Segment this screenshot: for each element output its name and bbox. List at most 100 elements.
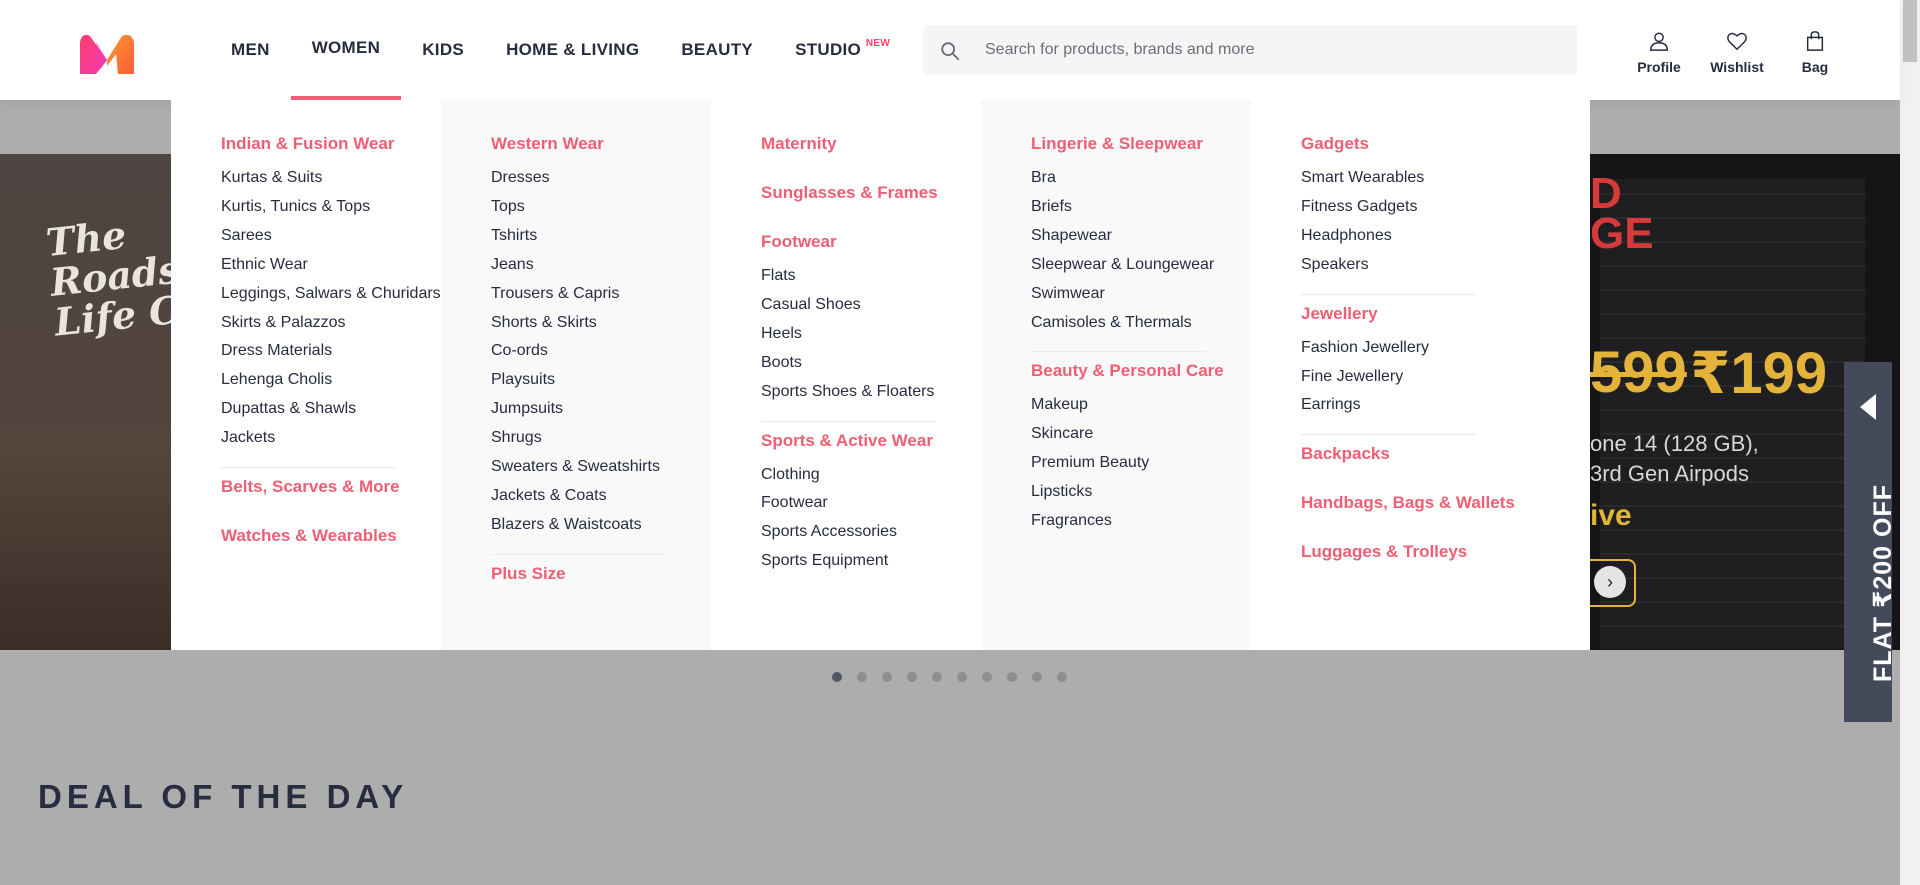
menu-item[interactable]: Footwear xyxy=(761,489,981,518)
menu-item[interactable]: Sports Shoes & Floaters xyxy=(761,378,981,407)
menu-item[interactable]: Sarees xyxy=(221,222,441,251)
nav-women[interactable]: Women xyxy=(290,0,402,100)
menu-item[interactable]: Co-ords xyxy=(491,337,711,366)
menu-heading[interactable]: Backpacks xyxy=(1301,444,1590,464)
menu-item[interactable]: Shapewear xyxy=(1031,222,1251,251)
menu-item[interactable]: Fitness Gadgets xyxy=(1301,193,1590,222)
menu-item[interactable]: Skirts & Palazzos xyxy=(221,309,441,338)
menu-item[interactable]: Clothing xyxy=(761,461,981,490)
carousel-dot[interactable] xyxy=(907,672,917,682)
menu-item[interactable]: Blazers & Waistcoats xyxy=(491,511,711,540)
menu-heading[interactable]: Beauty & Personal Care xyxy=(1031,361,1251,381)
menu-heading[interactable]: Sunglasses & Frames xyxy=(761,183,981,203)
menu-item[interactable]: Premium Beauty xyxy=(1031,449,1251,478)
menu-item[interactable]: Flats xyxy=(761,262,981,291)
menu-item[interactable]: Kurtas & Suits xyxy=(221,164,441,193)
menu-heading[interactable]: Gadgets xyxy=(1301,134,1590,154)
menu-item[interactable]: Speakers xyxy=(1301,251,1590,280)
flat-offer-tab[interactable]: FLAT ₹200 OFF xyxy=(1844,362,1897,722)
menu-column-2: Western Wear Dresses Tops Tshirts Jeans Trou… xyxy=(441,100,711,650)
wishlist-button[interactable]: Wishlist xyxy=(1698,30,1776,75)
menu-heading[interactable]: Luggages & Trolleys xyxy=(1301,542,1590,562)
nav-kids[interactable]: Kids xyxy=(401,0,485,100)
menu-item[interactable]: Sweaters & Sweatshirts xyxy=(491,453,711,482)
nav-beauty[interactable]: Beauty xyxy=(660,0,774,100)
menu-heading[interactable]: Western Wear xyxy=(491,134,711,154)
menu-item[interactable]: Dresses xyxy=(491,164,711,193)
collapse-arrow-icon[interactable] xyxy=(1860,394,1876,420)
menu-item[interactable]: Kurtis, Tunics & Tops xyxy=(221,193,441,222)
carousel-dot[interactable] xyxy=(1032,672,1042,682)
menu-item[interactable]: Headphones xyxy=(1301,222,1590,251)
menu-item[interactable]: Fine Jewellery xyxy=(1301,363,1590,392)
menu-item[interactable]: Jumpsuits xyxy=(491,395,711,424)
profile-button[interactable]: Profile xyxy=(1620,30,1698,75)
menu-item[interactable]: Fragrances xyxy=(1031,507,1251,536)
menu-item[interactable]: Shrugs xyxy=(491,424,711,453)
menu-item[interactable]: Casual Shoes xyxy=(761,291,981,320)
menu-item[interactable]: Playsuits xyxy=(491,366,711,395)
menu-item[interactable]: Tops xyxy=(491,193,711,222)
menu-item[interactable]: Lipsticks xyxy=(1031,478,1251,507)
banner-offer-text: one 14 (128 GB), 3rd Gen Airpods xyxy=(1590,429,1759,489)
menu-item[interactable]: Dupattas & Shawls xyxy=(221,395,441,424)
menu-item[interactable]: Ethnic Wear xyxy=(221,251,441,280)
page-scrollbar[interactable] xyxy=(1900,0,1920,885)
bag-button[interactable]: Bag xyxy=(1776,30,1854,75)
menu-item[interactable]: Dress Materials xyxy=(221,337,441,366)
menu-item[interactable]: Sleepwear & Loungewear xyxy=(1031,251,1251,280)
carousel-dot[interactable] xyxy=(857,672,867,682)
menu-heading[interactable]: Watches & Wearables xyxy=(221,526,441,546)
menu-column-5: Gadgets Smart Wearables Fitness Gadgets He… xyxy=(1251,100,1590,650)
search-icon[interactable] xyxy=(939,40,961,62)
carousel-dot[interactable] xyxy=(1007,672,1017,682)
menu-item[interactable]: Leggings, Salwars & Churidars xyxy=(221,280,441,309)
women-mega-menu: Indian & Fusion Wear Kurtas & Suits Kurti… xyxy=(171,100,1590,650)
menu-heading[interactable]: Plus Size xyxy=(491,564,711,584)
menu-item[interactable]: Briefs xyxy=(1031,193,1251,222)
profile-label: Profile xyxy=(1637,59,1681,75)
menu-item[interactable]: Sports Accessories xyxy=(761,518,981,547)
nav-home-living[interactable]: Home & Living xyxy=(485,0,660,100)
menu-item[interactable]: Jeans xyxy=(491,251,711,280)
menu-item[interactable]: Lehenga Cholis xyxy=(221,366,441,395)
search-input[interactable] xyxy=(985,26,1565,74)
menu-heading[interactable]: Jewellery xyxy=(1301,304,1590,324)
menu-item[interactable]: Smart Wearables xyxy=(1301,164,1590,193)
menu-item[interactable]: Shorts & Skirts xyxy=(491,309,711,338)
menu-heading[interactable]: Lingerie & Sleepwear xyxy=(1031,134,1251,154)
menu-item[interactable]: Heels xyxy=(761,320,981,349)
scrollbar-thumb[interactable] xyxy=(1903,0,1917,62)
menu-item[interactable]: Trousers & Capris xyxy=(491,280,711,309)
banner-left-panel: The Roadste Life Co xyxy=(0,154,223,650)
menu-item[interactable]: Boots xyxy=(761,349,981,378)
menu-item[interactable]: Camisoles & Thermals xyxy=(1031,309,1251,338)
carousel-dot[interactable] xyxy=(957,672,967,682)
menu-heading[interactable]: Sports & Active Wear xyxy=(761,431,981,451)
carousel-dot[interactable] xyxy=(882,672,892,682)
menu-heading[interactable]: Maternity xyxy=(761,134,981,154)
menu-item[interactable]: Tshirts xyxy=(491,222,711,251)
menu-item[interactable]: Jackets xyxy=(221,424,441,453)
nav-men[interactable]: Men xyxy=(210,0,291,100)
menu-item[interactable]: Makeup xyxy=(1031,391,1251,420)
banner-next-icon[interactable]: › xyxy=(1594,566,1626,598)
carousel-dot[interactable] xyxy=(832,672,842,682)
carousel-dot[interactable] xyxy=(982,672,992,682)
menu-item[interactable]: Earrings xyxy=(1301,391,1590,420)
menu-item[interactable]: Swimwear xyxy=(1031,280,1251,309)
myntra-logo-icon[interactable] xyxy=(76,30,138,74)
menu-heading[interactable]: Handbags, Bags & Wallets xyxy=(1301,493,1590,513)
nav-studio[interactable]: Studio NEW xyxy=(774,0,890,100)
carousel-dot[interactable] xyxy=(1057,672,1067,682)
search-bar[interactable] xyxy=(923,25,1577,75)
menu-heading[interactable]: Indian & Fusion Wear xyxy=(221,134,441,154)
menu-heading[interactable]: Belts, Scarves & More xyxy=(221,477,441,497)
carousel-dot[interactable] xyxy=(932,672,942,682)
menu-item[interactable]: Sports Equipment xyxy=(761,547,981,576)
menu-item[interactable]: Fashion Jewellery xyxy=(1301,334,1590,363)
menu-item[interactable]: Bra xyxy=(1031,164,1251,193)
menu-heading[interactable]: Footwear xyxy=(761,232,981,252)
menu-item[interactable]: Skincare xyxy=(1031,420,1251,449)
menu-item[interactable]: Jackets & Coats xyxy=(491,482,711,511)
